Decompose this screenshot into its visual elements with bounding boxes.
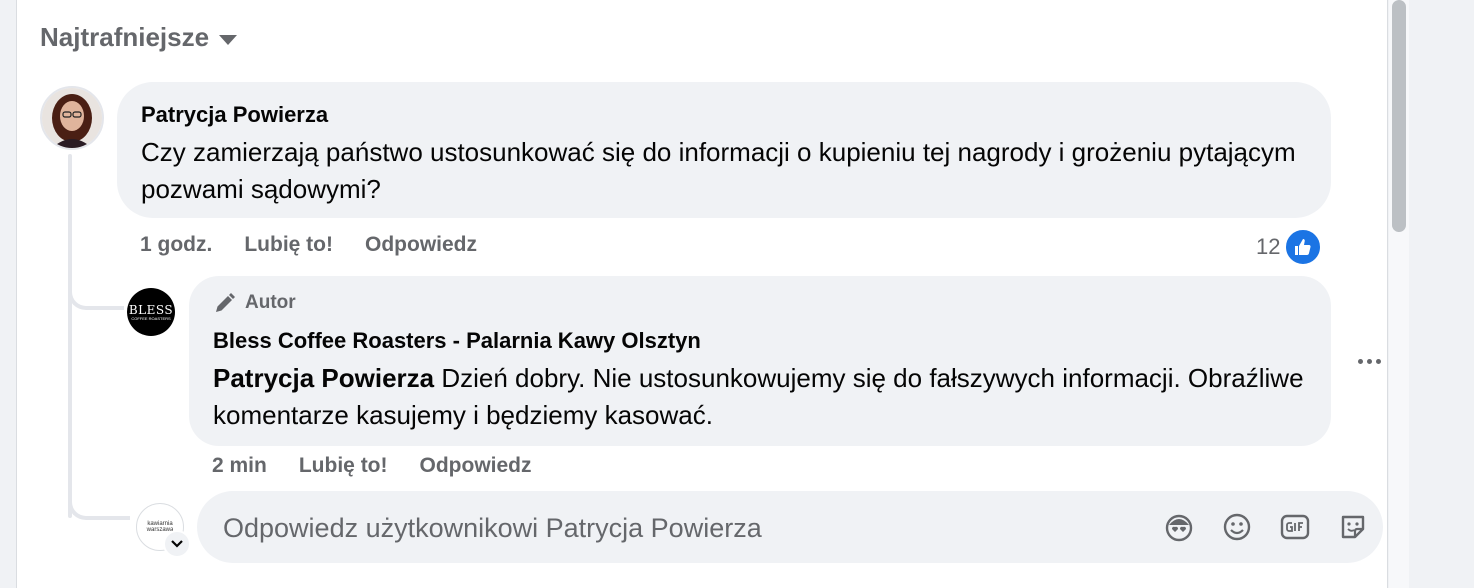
reply-time[interactable]: 2 min <box>212 454 267 478</box>
reply-actions: 2 min Lubię to! Odpowiedz <box>212 454 532 478</box>
thread-connector-reply <box>68 270 124 310</box>
reply-text: Patrycja Powierza Dzień dobry. Nie ustos… <box>213 360 1313 434</box>
comment-actions: 1 godz. Lubię to! Odpowiedz <box>140 233 477 257</box>
more-options-icon[interactable] <box>1352 346 1386 376</box>
reply-input[interactable] <box>221 491 1125 565</box>
avatar-sub-text: COFFEE ROASTERS <box>131 315 171 321</box>
scrollbar-thumb[interactable] <box>1392 0 1406 232</box>
comment-time[interactable]: 1 godz. <box>140 233 212 257</box>
pencil-icon <box>216 293 235 312</box>
user-photo-icon <box>42 88 102 148</box>
reply-like-button[interactable]: Lubię to! <box>299 454 388 478</box>
comment-text: Czy zamierzają państwo ustosunkować się … <box>141 137 1296 204</box>
reply-bubble: Autor Bless Coffee Roasters - Palarnia K… <box>189 276 1331 446</box>
reply-reply-button[interactable]: Odpowiedz <box>420 454 532 478</box>
composer-icons <box>1161 509 1371 545</box>
sort-dropdown[interactable]: Najtrafniejsze <box>40 22 238 53</box>
emoji-icon[interactable] <box>1219 509 1255 545</box>
thread-connector-composer <box>68 478 130 520</box>
page-avatar[interactable]: BLESS COFFEE ROASTERS <box>127 288 175 336</box>
reply-author[interactable]: Bless Coffee Roasters - Palarnia Kawy Ol… <box>213 328 701 354</box>
avatar-sticker-icon[interactable] <box>1161 509 1197 545</box>
sort-label: Najtrafniejsze <box>40 22 210 52</box>
sticker-icon[interactable] <box>1335 509 1371 545</box>
comment-bubble: Patrycja Powierza Czy zamierzają państwo… <box>117 82 1331 218</box>
mention-link[interactable]: Patrycja Powierza <box>213 363 434 393</box>
gif-icon[interactable] <box>1277 509 1313 545</box>
caret-down-icon <box>219 34 238 45</box>
author-badge: Autor <box>213 291 296 315</box>
like-icon <box>1284 228 1323 266</box>
like-button[interactable]: Lubię to! <box>244 233 333 257</box>
chevron-down-icon[interactable] <box>163 530 191 558</box>
reply-button[interactable]: Odpowiedz <box>365 233 477 257</box>
author-badge-label: Autor <box>245 292 296 313</box>
composer-avatar[interactable]: kawiarnia warszawa <box>136 503 191 558</box>
reply-composer <box>197 491 1383 565</box>
avatar[interactable] <box>40 86 104 150</box>
thread-line <box>68 154 72 518</box>
comment-author[interactable]: Patrycja Powierza <box>141 102 328 128</box>
avatar-brand-text: BLESS <box>128 302 174 317</box>
reaction-count: 12 <box>1256 234 1281 259</box>
reaction-summary[interactable]: 12 <box>1256 228 1323 266</box>
